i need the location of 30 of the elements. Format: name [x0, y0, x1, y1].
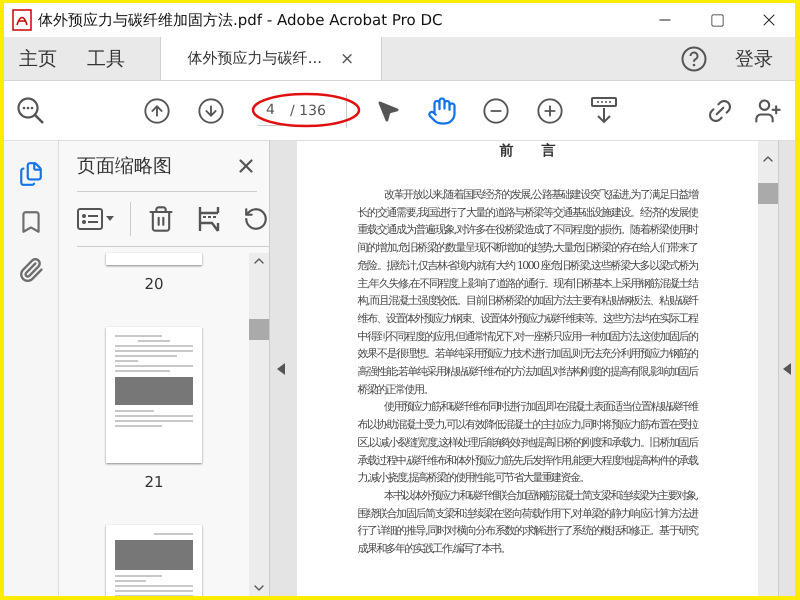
nav-tab[interactable]: 工具 — [72, 37, 140, 80]
maximize-icon[interactable] — [710, 12, 724, 28]
crop-pages-icon[interactable] — [197, 205, 221, 233]
window-title: 体外预应力与碳纤维加固方法.pdf - Adobe Acrobat Pro DC — [38, 10, 444, 30]
body-paragraph: 使用预应力筋和碳纤维布同时进行加固,即在混凝土表面适当位置粘贴碳纤维布以协助混凝土受力,可以有效降低混凝土的主拉应力,同时将预应力筋布置在受拉区,以减小裂缝宽度,这样处理后能够较好地提高旧桥的刚度和承载力。旧桥加固后承载过程中,碳纤维布和体外预应力筋先后发挥作用,能更大程度地提高构件的承载力,减小挠度,提高桥梁的使用性能,可节省大量重建资金。 — [358, 399, 698, 486]
trash-icon[interactable] — [147, 205, 175, 233]
nav-tab[interactable]: 主页 — [4, 37, 72, 80]
scrollbar[interactable] — [249, 253, 269, 596]
page-heading: 前 言 — [500, 142, 556, 160]
app-icon — [12, 9, 32, 31]
page-thumbnails-icon[interactable] — [18, 161, 44, 187]
page-thumbnail[interactable] — [106, 253, 202, 265]
document-tab[interactable]: 体外预应力与碳纤... × — [160, 37, 382, 80]
body-paragraph: 本书以体外预应力和碳纤维联合加固钢筋混凝土简支梁和连续梁为主要对象,围绕联合加固后简支梁和连续梁在竖向荷载作用下,对单梁的静力响应计算方法进行了详细的推导,同时对横向分布系数的求解进行了系统的概括和修正。基于研究成果和多年的实践工作,编写了本书。 — [358, 488, 698, 558]
page-number: 21 — [144, 473, 164, 491]
body-paragraph: 改革开放以来,随着国民经济的发展,公路基础建设突飞猛进,为了满足日益增长的交通需要,我国进行了大量的道路与桥梁等交通基础设施建设。经济的发展使重载交通成为普遍现象,对许多在役桥梁造成了不同程度的损伤。随着桥梁使用时间的增加,危旧桥梁的数量呈现不断增加的趋势,大量危旧桥梁的存在给人们带来了危险。据统计,仅吉林省境内就有大约 1000 座危旧桥梁,这些桥梁大多以梁式桥为主,年久失修,在不同程度上影响了道路的通行。现有旧桥基本上采用钢筋混凝土结构,而且混凝土强度较低。目前旧桥桥梁的加固方法主要有粘贴钢板法、粘贴碳纤维布、设置体外预应力钢束、设置体外预应力碳纤维束等。这些方法均在实际工程中得到不同程度的应用,但通常情况下,对一座桥只应用一种加固方法,这使加固后的效果不是很理想。若单纯采用预应力技术进行加固,则无法充分利用预应力钢筋的高强性能;若单纯采用粘贴碳纤维布的方法加固,对结构刚度的提高有限,影响加固后桥梁的正常使用。 — [358, 187, 698, 398]
page-thumbnail[interactable] — [106, 327, 202, 463]
scrollbar-thumb[interactable] — [758, 183, 778, 204]
collapse-panel-handle[interactable] — [269, 141, 292, 596]
sign-in-button[interactable]: 登录 — [735, 37, 795, 80]
paperclip-icon[interactable] — [18, 257, 44, 283]
list-options-icon[interactable] — [77, 208, 114, 230]
panel-title: 页面缩略图 — [77, 154, 172, 179]
scrollbar-thumb[interactable] — [249, 319, 269, 340]
help-icon[interactable] — [681, 46, 707, 72]
scrollbar[interactable] — [758, 141, 778, 596]
page-number: 20 — [144, 275, 164, 293]
rotate-icon[interactable] — [243, 206, 269, 232]
page-count: / 136 — [290, 102, 326, 118]
tab-close[interactable]: × — [340, 48, 354, 68]
